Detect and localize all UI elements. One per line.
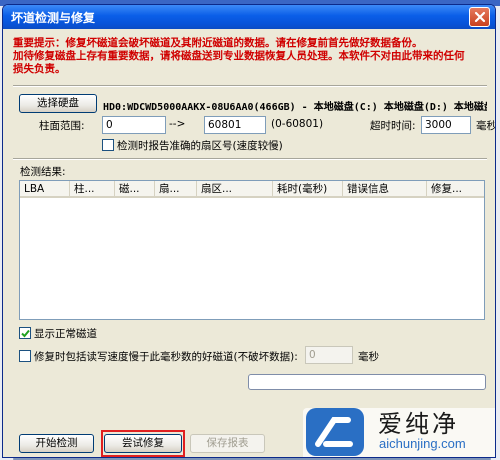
close-button[interactable] (469, 7, 490, 27)
include-slow-label: 修复时包括读写速度慢于此毫秒数的好磁道(不破坏数据): (34, 351, 298, 363)
slow-threshold-unit: 毫秒 (358, 351, 379, 363)
save-report-button[interactable]: 保存报表 (190, 434, 265, 453)
show-normal-label: 显示正常磁道 (34, 328, 97, 340)
include-slow-checkbox[interactable] (19, 350, 31, 362)
drive-info: HD0:WDCWD5000AAKX-08U6AA0(466GB) - 本地磁盘(… (103, 102, 487, 113)
cylinder-range-label: 柱面范围: (39, 120, 85, 132)
report-sector-label: 检测时报告准确的扇区号(速度较慢) (117, 140, 283, 152)
warning-line: 重要提示：修复坏磁道会破坏磁道及其附近磁道的数据。请在修复前首先做好数据备份。 (13, 37, 423, 49)
bad-sector-dialog: 坏道检测与修复 重要提示：修复坏磁道会破坏磁道及其附近磁道的数据。请在修复前首先… (2, 4, 496, 458)
report-sector-checkbox[interactable] (102, 139, 114, 151)
range-arrow: --> (169, 118, 186, 130)
watermark-brand-en: aichunjing.com (379, 436, 466, 451)
results-header: LBA 柱... 磁... 扇... 扇区... 耗时(毫秒) 错误信息 修复.… (20, 181, 484, 198)
warning-line: 加待修复磁盘上存有重要数据，请将磁盘送到专业数据恢复人员处理。本软件不对由此带来… (13, 50, 465, 62)
column-sector[interactable]: 扇... (155, 181, 197, 198)
watermark-brand-cn: 爱纯净 (378, 410, 459, 438)
divider (13, 85, 487, 87)
column-sector-count[interactable]: 扇区... (197, 181, 273, 198)
timeout-input[interactable]: 3000 (421, 116, 471, 134)
select-disk-button[interactable]: 选择硬盘 (19, 94, 97, 113)
show-normal-checkbox[interactable] (19, 327, 31, 339)
column-head[interactable]: 磁... (115, 181, 155, 198)
checkmark-icon (21, 329, 30, 338)
warning-text: 重要提示：修复坏磁道会破坏磁道及其附近磁道的数据。请在修复前首先做好数据备份。 … (13, 37, 483, 76)
dialog-titlebar[interactable]: 坏道检测与修复 (3, 5, 495, 29)
timeout-unit: 毫秒 (476, 120, 496, 132)
column-cylinder[interactable]: 柱... (70, 181, 115, 198)
slow-threshold-input[interactable]: 0 (305, 346, 353, 364)
dialog-title: 坏道检测与修复 (11, 11, 96, 25)
cylinder-start-input[interactable]: 0 (102, 116, 166, 134)
progress-bar (248, 374, 486, 390)
close-icon (474, 11, 486, 23)
results-list[interactable]: LBA 柱... 磁... 扇... 扇区... 耗时(毫秒) 错误信息 修复.… (19, 180, 485, 320)
results-label: 检测结果: (20, 166, 66, 178)
timeout-label: 超时时间: (370, 120, 416, 132)
cylinder-end-input[interactable]: 60801 (204, 116, 266, 134)
start-scan-button[interactable]: 开始检测 (19, 434, 94, 453)
cylinder-range-hint: (0-60801) (271, 118, 324, 130)
watermark-logo-icon (306, 408, 364, 456)
column-error[interactable]: 错误信息 (343, 181, 427, 198)
column-lba[interactable]: LBA (20, 181, 70, 198)
column-repair[interactable]: 修复... (427, 181, 484, 198)
warning-line: 损失负责。 (13, 63, 66, 75)
column-elapsed[interactable]: 耗时(毫秒) (273, 181, 343, 198)
repair-highlight-box (101, 430, 185, 457)
divider (13, 158, 487, 160)
